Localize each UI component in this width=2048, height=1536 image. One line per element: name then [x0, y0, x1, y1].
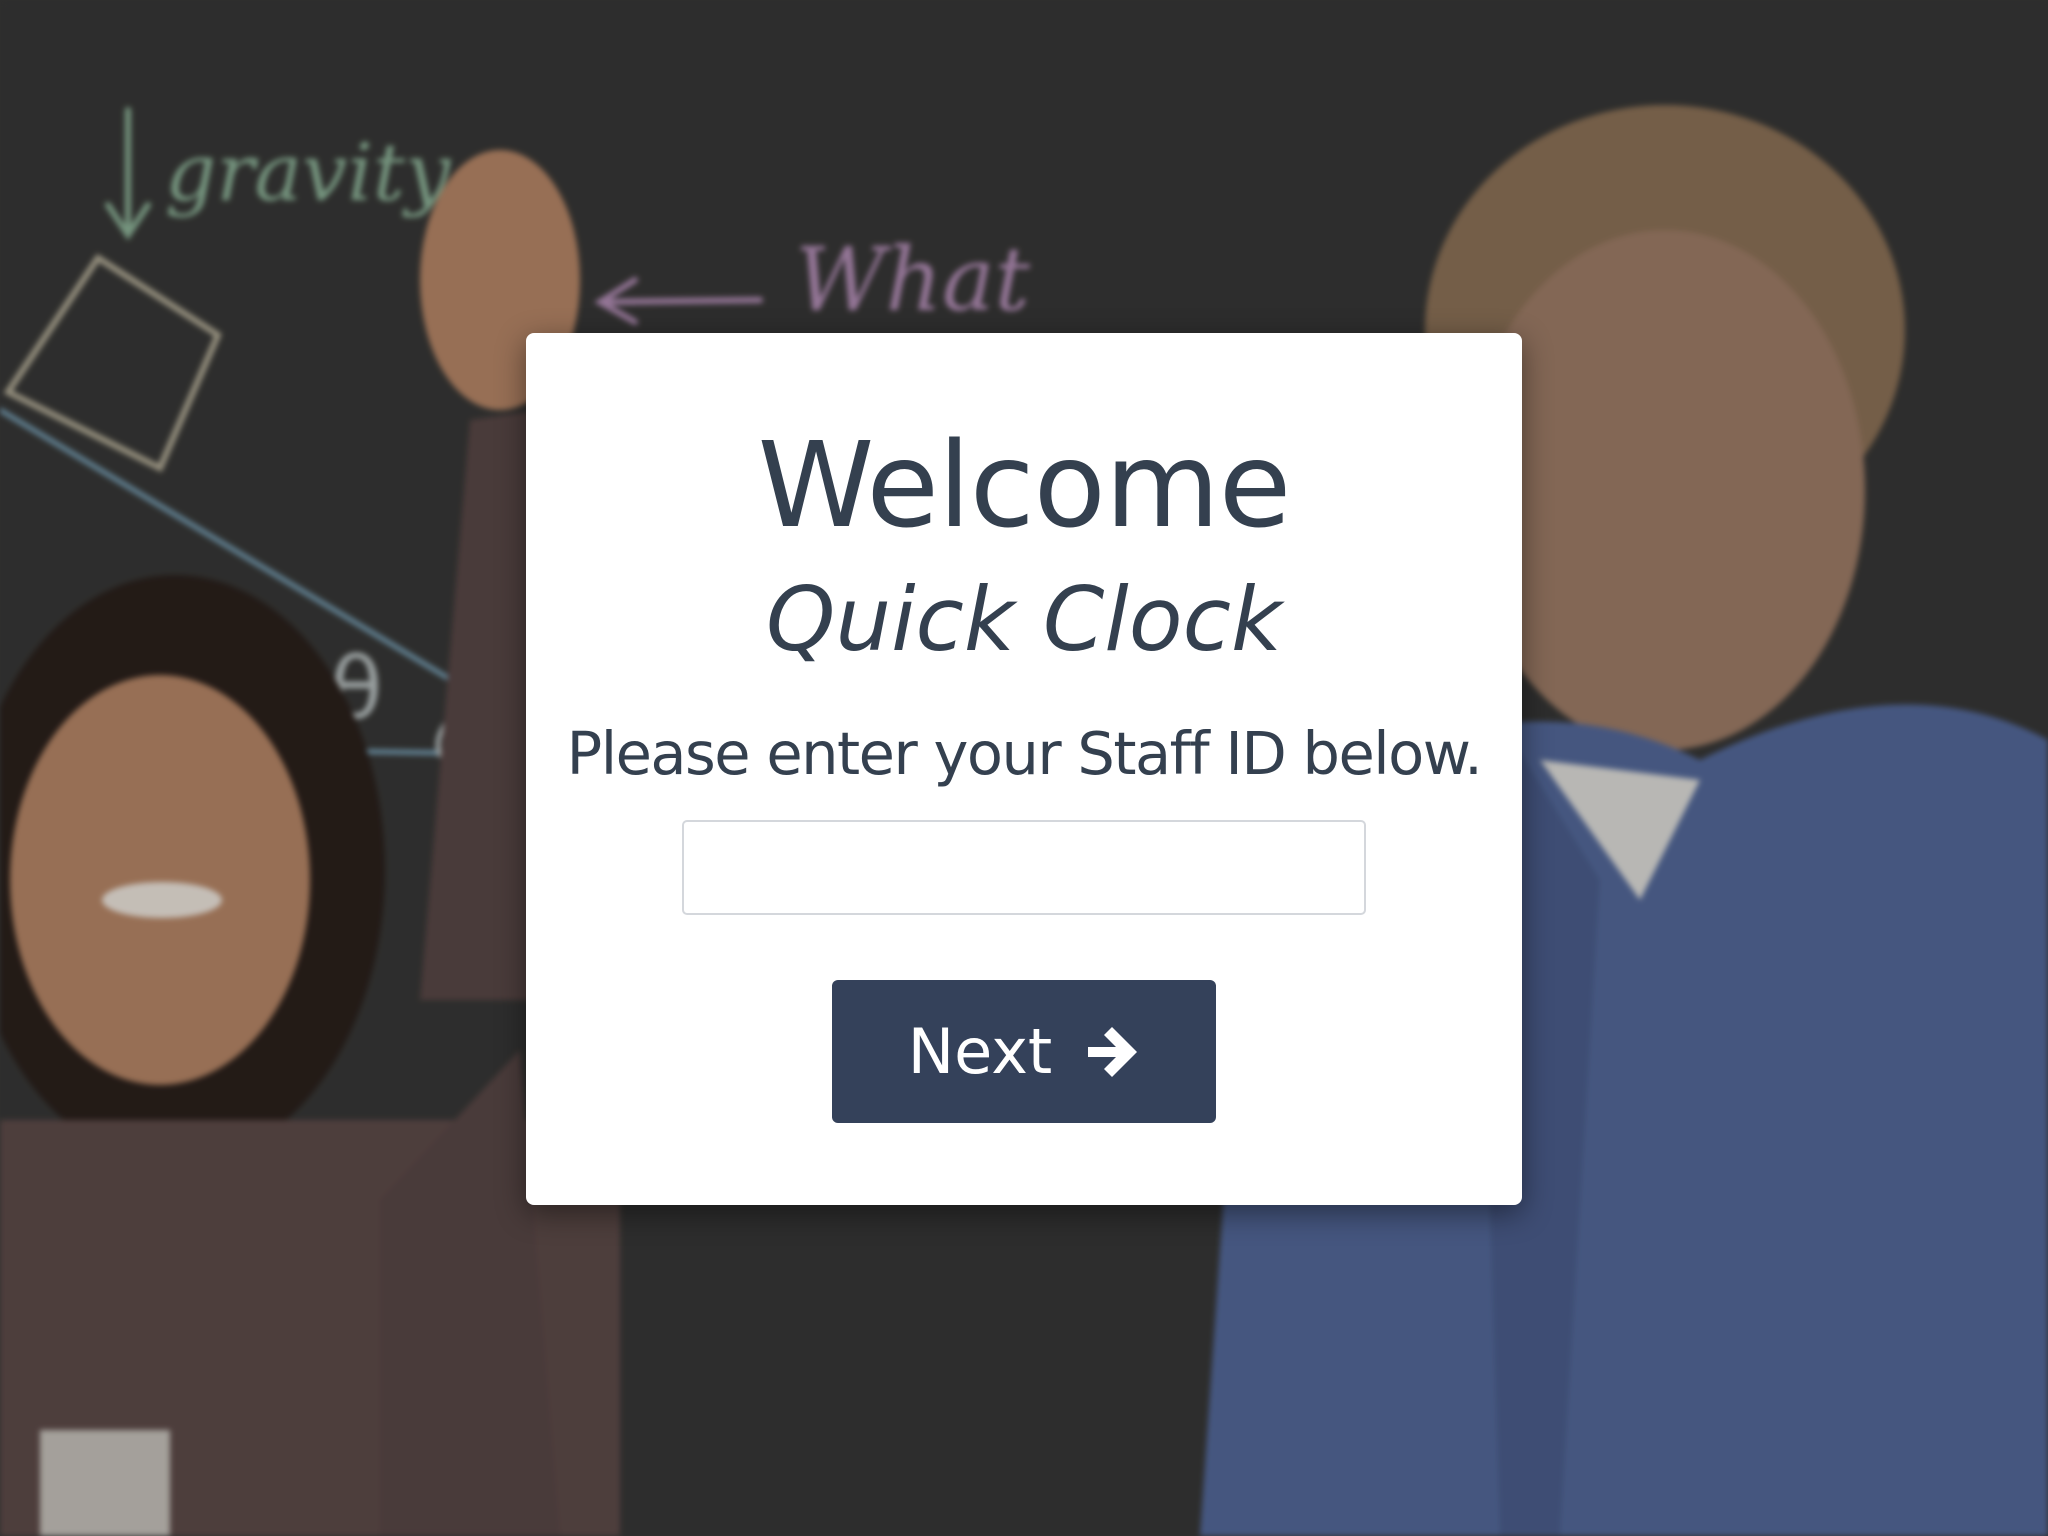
arrow-right-icon — [1088, 1026, 1138, 1077]
staff-id-input[interactable] — [682, 820, 1366, 915]
login-card: Welcome Quick Clock Please enter your St… — [526, 333, 1522, 1205]
app-name: Quick Clock — [766, 568, 1282, 671]
next-button-label: Next — [907, 1015, 1053, 1088]
next-button[interactable]: Next — [832, 980, 1216, 1123]
page-title: Welcome — [757, 416, 1292, 554]
staff-id-prompt: Please enter your Staff ID below. — [566, 719, 1483, 788]
